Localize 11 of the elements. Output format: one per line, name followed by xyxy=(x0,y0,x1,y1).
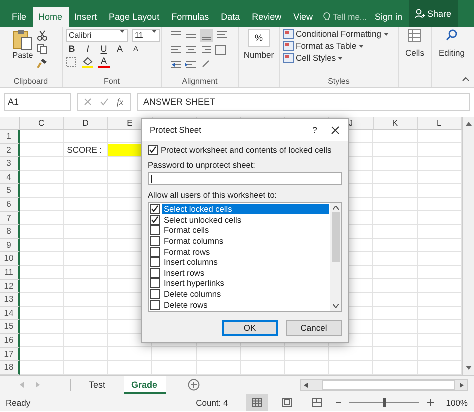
checkbox-label: Protect worksheet and contents of locked cells xyxy=(161,145,332,155)
group-label: Alignment xyxy=(181,77,219,86)
status-text: Ready xyxy=(6,398,31,408)
table-cell-text: SCORE : xyxy=(66,144,104,156)
group-label: Styles xyxy=(327,77,351,86)
count-text: Count: 4 xyxy=(196,398,228,408)
group-label: Font xyxy=(102,77,121,86)
password-label: Password to unprotect sheet: xyxy=(148,160,256,170)
allow-label: Allow all users of this worksheet to: xyxy=(148,190,278,200)
dialog-title: Protect Sheet xyxy=(150,125,203,135)
group-label: Clipboard xyxy=(12,77,50,86)
